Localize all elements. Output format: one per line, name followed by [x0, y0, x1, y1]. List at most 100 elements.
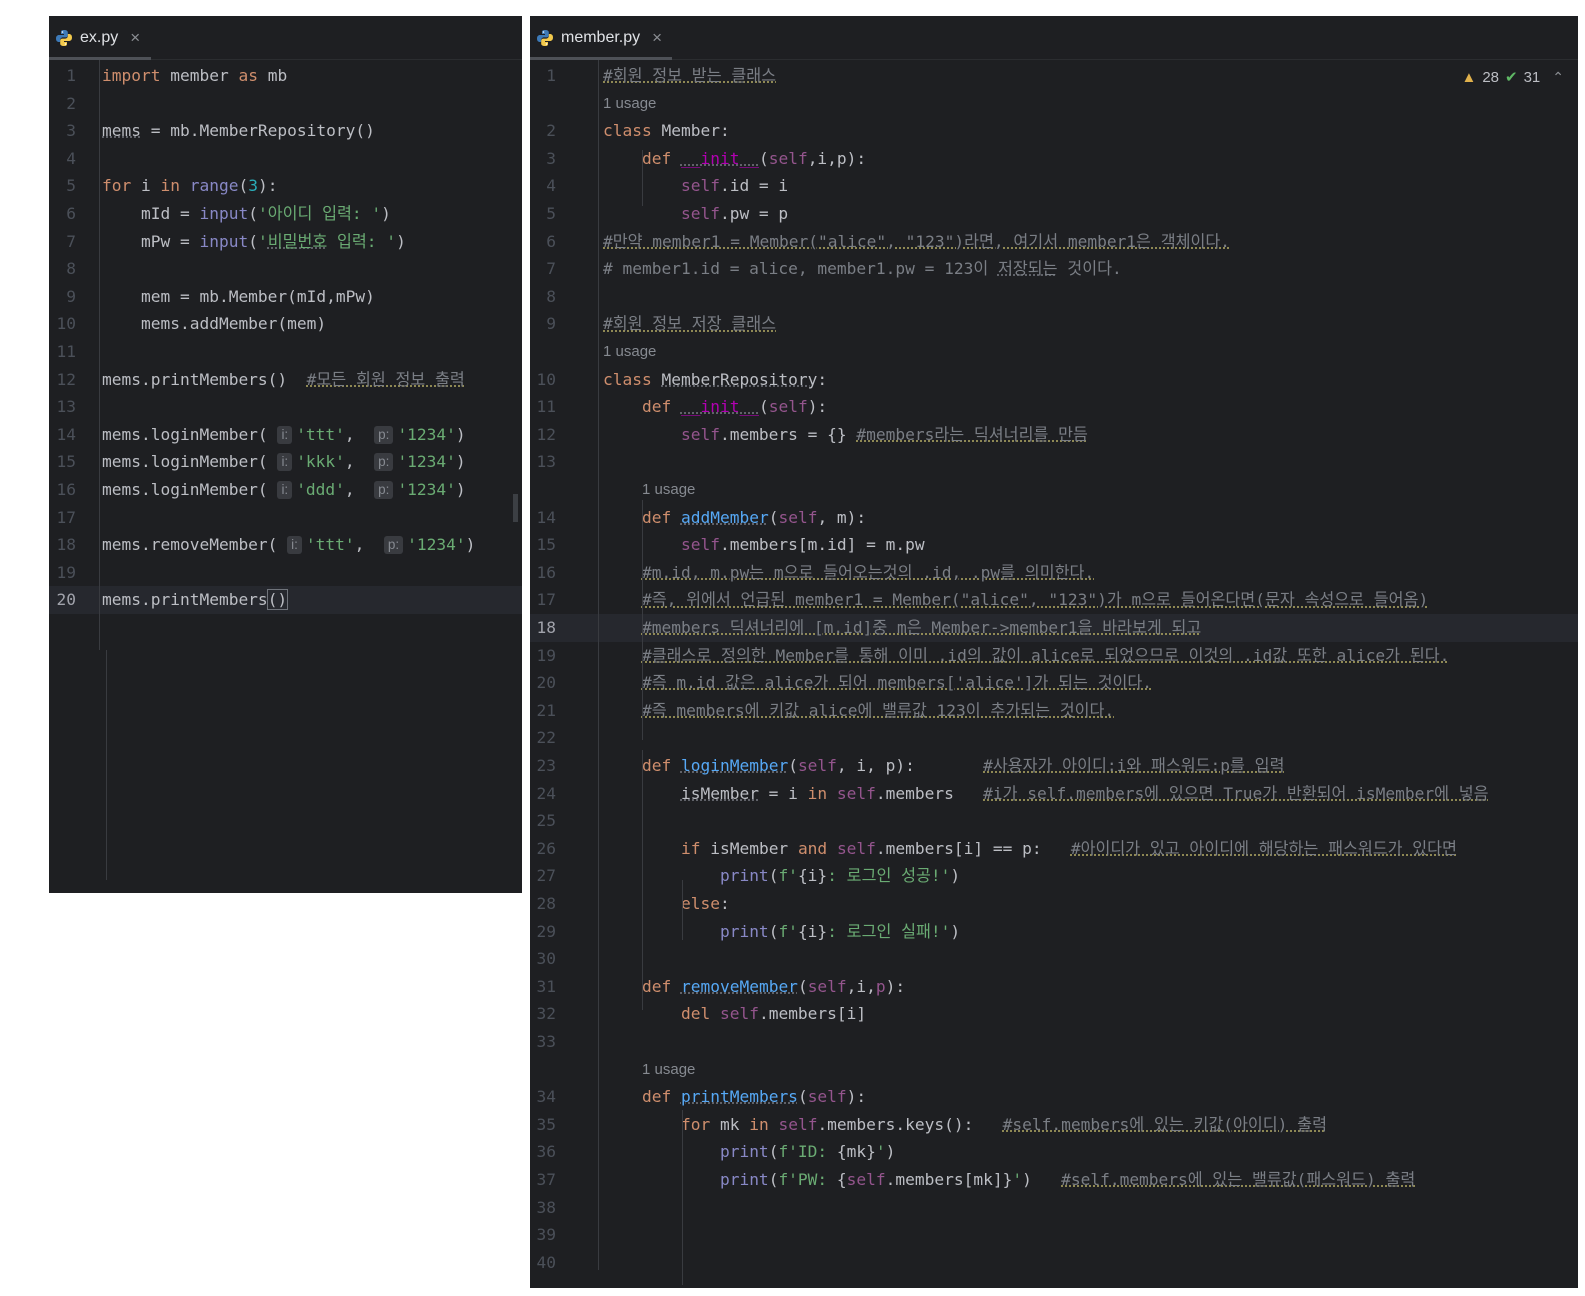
code-line[interactable]: 1 import member as mb: [49, 62, 522, 90]
usage-hint[interactable]: 1 usage: [642, 476, 695, 504]
code-line[interactable]: 2 class Member:: [530, 117, 1578, 145]
code-line[interactable]: 17: [49, 504, 522, 532]
code-text[interactable]: #만약 member1 = Member("alice", "123")라면, …: [603, 228, 1230, 256]
code-line[interactable]: 25: [530, 807, 1578, 835]
code-line[interactable]: 12 mems.printMembers() #모든 회원 정보 출력: [49, 366, 522, 394]
code-text[interactable]: class Member:: [603, 117, 730, 145]
code-text[interactable]: self.id = i: [603, 172, 788, 200]
tab-member-py[interactable]: member.py ×: [536, 16, 662, 59]
code-line[interactable]: 18 #members 딕셔너리에 [m.id]중 m은 Member->mem…: [530, 614, 1578, 642]
code-line[interactable]: 2: [49, 90, 522, 118]
code-text[interactable]: print(f'{i}: 로그인 성공!'): [603, 862, 960, 890]
code-text[interactable]: mem = mb.Member(mId,mPw): [102, 283, 375, 311]
code-text[interactable]: mems.printMembers() #모든 회원 정보 출력: [102, 366, 465, 394]
code-line[interactable]: 11: [49, 338, 522, 366]
code-line[interactable]: 32 del self.members[i]: [530, 1000, 1578, 1028]
code-line[interactable]: 21 #즉 members에 키값 alice에 밸류값 123이 추가되는 것…: [530, 697, 1578, 725]
code-text[interactable]: for mk in self.members.keys(): #self.mem…: [603, 1111, 1327, 1139]
code-line[interactable]: 5 for i in range(3):: [49, 172, 522, 200]
code-editor[interactable]: 1 #회원 정보 받는 클래스 1 usage 2 class Member: 3 def…: [530, 60, 1578, 1288]
code-line[interactable]: 26 if isMember and self.members[i] == p:…: [530, 835, 1578, 863]
code-text[interactable]: class MemberRepository:: [603, 366, 827, 394]
code-text[interactable]: mems.printMembers(): [102, 586, 289, 614]
code-text[interactable]: def __init__(self):: [603, 393, 827, 421]
code-line[interactable]: 29 print(f'{i}: 로그인 실패!'): [530, 918, 1578, 946]
code-line[interactable]: 19 #클래스로 정의한 Member를 통해 이미 .id의 값이 alice…: [530, 642, 1578, 670]
code-line[interactable]: 38: [530, 1194, 1578, 1222]
code-line[interactable]: 4: [49, 145, 522, 173]
code-line[interactable]: 30: [530, 945, 1578, 973]
code-text[interactable]: def printMembers(self):: [603, 1083, 866, 1111]
code-text[interactable]: mems = mb.MemberRepository(): [102, 117, 375, 145]
code-line[interactable]: 9 #회원 정보 저장 클래스: [530, 310, 1578, 338]
code-text[interactable]: if isMember and self.members[i] == p: #아…: [603, 835, 1457, 863]
code-line[interactable]: 31 def removeMember(self,i,p):: [530, 973, 1578, 1001]
code-line[interactable]: 13: [49, 393, 522, 421]
code-text[interactable]: isMember = i in self.members #i가 self.me…: [603, 780, 1489, 808]
code-line[interactable]: 3 def __init__(self,i,p):: [530, 145, 1578, 173]
code-line[interactable]: 10 mems.addMember(mem): [49, 310, 522, 338]
code-line[interactable]: 34 def printMembers(self):: [530, 1083, 1578, 1111]
editor-pane-ex-py[interactable]: ex.py × 1 import member as mb 2 3 mems = mb.…: [49, 16, 522, 893]
code-text[interactable]: # member1.id = alice, member1.pw = 123이 …: [603, 255, 1122, 283]
code-line[interactable]: 23 def loginMember(self, i, p): #사용자가 아이…: [530, 752, 1578, 780]
code-text[interactable]: self.pw = p: [603, 200, 788, 228]
code-text[interactable]: #클래스로 정의한 Member를 통해 이미 .id의 값이 alice로 되…: [603, 642, 1449, 670]
code-line[interactable]: 20 #즉 m.id 값은 alice가 되어 members['alice']…: [530, 669, 1578, 697]
code-line[interactable]: 6 #만약 member1 = Member("alice", "123")라면,…: [530, 228, 1578, 256]
code-text[interactable]: #회원 정보 받는 클래스: [603, 62, 776, 90]
close-icon[interactable]: ×: [130, 28, 140, 48]
usage-hint[interactable]: 1 usage: [603, 90, 656, 118]
usage-hint[interactable]: 1 usage: [603, 338, 656, 366]
code-line[interactable]: 13: [530, 448, 1578, 476]
code-text[interactable]: mems.loginMember( i:'ttt', p: '1234'): [102, 421, 466, 449]
code-line[interactable]: 5 self.pw = p: [530, 200, 1578, 228]
code-line[interactable]: 7 mPw = input('비밀번호 입력: '): [49, 228, 522, 256]
code-line[interactable]: 22: [530, 724, 1578, 752]
code-text[interactable]: print(f'{i}: 로그인 실패!'): [603, 918, 960, 946]
code-text[interactable]: self.members = {} #members라는 딕셔너리를 만듬: [603, 421, 1088, 449]
usage-hint[interactable]: 1 usage: [642, 1056, 695, 1084]
code-line[interactable]: 24 isMember = i in self.members #i가 self…: [530, 780, 1578, 808]
code-text[interactable]: print(f'ID: {mk}'): [603, 1138, 895, 1166]
code-line[interactable]: 9 mem = mb.Member(mId,mPw): [49, 283, 522, 311]
code-text[interactable]: mPw = input('비밀번호 입력: '): [102, 228, 406, 256]
code-line[interactable]: 11 def __init__(self):: [530, 393, 1578, 421]
code-line[interactable]: 35 for mk in self.members.keys(): #self.…: [530, 1111, 1578, 1139]
close-icon[interactable]: ×: [652, 28, 662, 48]
code-text[interactable]: def loginMember(self, i, p): #사용자가 아이디:i…: [603, 752, 1284, 780]
code-text[interactable]: print(f'PW: {self.members[mk]}') #self.m…: [603, 1166, 1415, 1194]
code-line[interactable]: 14 mems.loginMember( i:'ttt', p: '1234'): [49, 421, 522, 449]
code-text[interactable]: mems.loginMember( i:'ddd', p: '1234'): [102, 476, 466, 504]
code-line[interactable]: 4 self.id = i: [530, 172, 1578, 200]
code-text[interactable]: mems.addMember(mem): [102, 310, 326, 338]
code-line[interactable]: 28 else:: [530, 890, 1578, 918]
editor-pane-member-py[interactable]: member.py × ▲ 28 ✔ 31 ⌃ 1 #회원 정보 받는 클래스 1 …: [530, 16, 1578, 1288]
code-line[interactable]: 39: [530, 1221, 1578, 1249]
code-text[interactable]: #m.id, m.pw는 m으로 들어오는것의 .id, .pw를 의미한다.: [603, 559, 1094, 587]
scrollbar-thumb[interactable]: [513, 494, 518, 522]
code-text[interactable]: #즉 m.id 값은 alice가 되어 members['alice']가 되…: [603, 669, 1152, 697]
code-line[interactable]: 14 def addMember(self, m):: [530, 504, 1578, 532]
code-text[interactable]: mems.loginMember( i:'kkk', p: '1234'): [102, 448, 466, 476]
code-text[interactable]: mId = input('아이디 입력: '): [102, 200, 391, 228]
code-line[interactable]: 40: [530, 1249, 1578, 1277]
code-text[interactable]: #즉 members에 키값 alice에 밸류값 123이 추가되는 것이다.: [603, 697, 1114, 725]
code-text[interactable]: #즉, 위에서 언급된 member1 = Member("alice", "1…: [603, 586, 1428, 614]
code-line[interactable]: 37 print(f'PW: {self.members[mk]}') #sel…: [530, 1166, 1578, 1194]
code-line[interactable]: 8: [49, 255, 522, 283]
code-line[interactable]: 27 print(f'{i}: 로그인 성공!'): [530, 862, 1578, 890]
code-line[interactable]: 19: [49, 559, 522, 587]
code-line[interactable]: 36 print(f'ID: {mk}'): [530, 1138, 1578, 1166]
code-line[interactable]: 1 #회원 정보 받는 클래스: [530, 62, 1578, 90]
code-line[interactable]: 15 self.members[m.id] = m.pw: [530, 531, 1578, 559]
code-text[interactable]: else:: [603, 890, 730, 918]
code-text[interactable]: mems.removeMember( i:'ttt', p: '1234'): [102, 531, 475, 559]
code-line[interactable]: 6 mId = input('아이디 입력: '): [49, 200, 522, 228]
code-text[interactable]: self.members[m.id] = m.pw: [603, 531, 925, 559]
code-text[interactable]: def removeMember(self,i,p):: [603, 973, 905, 1001]
code-text[interactable]: for i in range(3):: [102, 172, 277, 200]
code-line[interactable]: 10 class MemberRepository:: [530, 366, 1578, 394]
code-line[interactable]: 15 mems.loginMember( i:'kkk', p: '1234'): [49, 448, 522, 476]
code-line[interactable]: 18 mems.removeMember( i:'ttt', p: '1234'): [49, 531, 522, 559]
